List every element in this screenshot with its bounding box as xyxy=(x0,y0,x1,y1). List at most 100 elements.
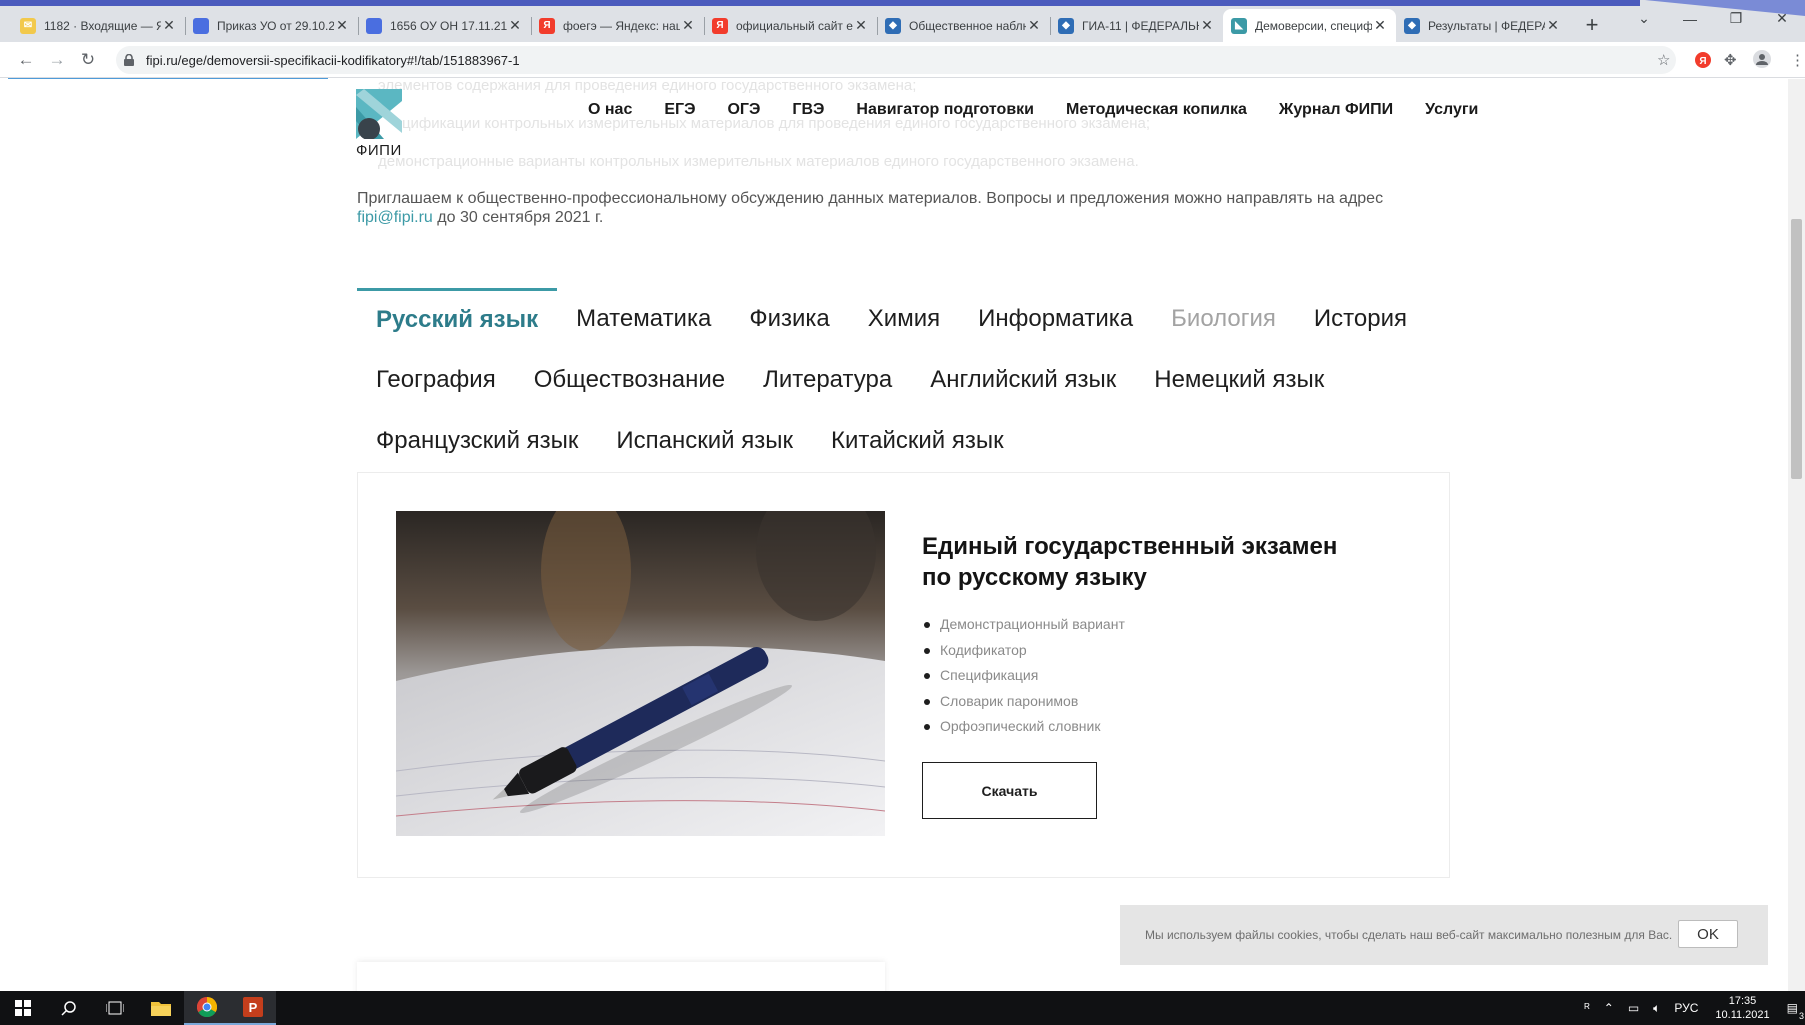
tab-title[interactable]: фоегэ — Яндекс: наш xyxy=(563,19,680,33)
tab-close-icon[interactable]: ✕ xyxy=(334,17,350,34)
subject-tab[interactable]: Химия xyxy=(849,288,959,349)
browser-tab[interactable]: ✉ 1182 · Входящие — Ян ✕ xyxy=(12,9,185,42)
main-navigation: О нас ЕГЭ ОГЭ ГВЭ Навигатор подготовки М… xyxy=(588,101,1478,119)
new-tab-button[interactable]: + xyxy=(1580,14,1604,36)
nav-item-oge[interactable]: ОГЭ xyxy=(727,101,760,119)
subject-tab[interactable]: Русский язык xyxy=(357,288,558,349)
network-icon[interactable]: ▭ xyxy=(1628,1001,1639,1015)
subject-tab[interactable]: Французский язык xyxy=(357,410,597,471)
fipi-logo[interactable] xyxy=(356,89,402,144)
yandex-extension-icon[interactable]: Я xyxy=(1695,52,1711,72)
page-scrollbar[interactable] xyxy=(1788,79,1805,991)
faded-text-line: элементов содержания для проведения един… xyxy=(378,79,917,94)
browser-toolbar: ← → ↻ fipi.ru/ege/demoversii-specifikaci… xyxy=(0,42,1805,78)
browser-tab[interactable]: Яфоегэ — Яндекс: наш ✕ xyxy=(531,9,704,42)
nav-item-gve[interactable]: ГВЭ xyxy=(792,101,824,119)
file-explorer-icon[interactable] xyxy=(138,991,184,1025)
email-link[interactable]: fipi@fipi.ru xyxy=(357,209,433,226)
subject-tab[interactable]: Английский язык xyxy=(911,349,1135,410)
people-icon[interactable]: ᴿ xyxy=(1584,1001,1589,1015)
window-accent-line xyxy=(0,0,1640,6)
bookmark-star-icon[interactable]: ☆ xyxy=(1657,51,1670,69)
chrome-taskbar-icon[interactable] xyxy=(184,991,230,1025)
discussion-invitation: Приглашаем к общественно-профессионально… xyxy=(357,189,1457,227)
tab-close-icon[interactable]: ✕ xyxy=(161,17,177,34)
tab-close-icon[interactable]: ✕ xyxy=(507,17,523,34)
tab-close-icon[interactable]: ✕ xyxy=(1026,17,1042,34)
subject-tab[interactable]: География xyxy=(357,349,515,410)
tab-title[interactable]: Приказ УО от 29.10.2 xyxy=(217,19,334,33)
reload-icon[interactable]: ↻ xyxy=(78,50,98,70)
chrome-menu-icon[interactable]: ⋮ xyxy=(1790,51,1805,69)
windows-start-icon[interactable] xyxy=(0,991,46,1025)
subject-tab[interactable]: Немецкий язык xyxy=(1135,349,1343,410)
subject-tab[interactable]: Обществознание xyxy=(515,349,744,410)
extensions-puzzle-icon[interactable]: ✥ xyxy=(1724,51,1737,69)
profile-avatar-icon[interactable] xyxy=(1753,50,1771,72)
tab-close-icon[interactable]: ✕ xyxy=(1199,17,1215,34)
subject-tab[interactable]: Испанский язык xyxy=(597,410,812,471)
document-link[interactable]: Орфоэпический словник xyxy=(922,714,1125,740)
scrollbar-thumb[interactable] xyxy=(1791,219,1802,479)
tab-close-icon[interactable]: ✕ xyxy=(1545,17,1561,34)
notifications-icon[interactable]: ▤ 3 xyxy=(1787,1001,1804,1021)
exam-title-line1: Единый государственный экзамен xyxy=(922,533,1338,560)
subject-tab[interactable]: История xyxy=(1295,288,1426,349)
tab-title[interactable]: ГИА-11 | ФЕДЕРАЛЬН xyxy=(1082,19,1199,33)
tab-title[interactable]: официальный сайт ег xyxy=(736,19,853,33)
download-button[interactable]: Скачать xyxy=(922,762,1097,819)
tab-favicon-icon: ◣ xyxy=(1231,17,1247,34)
tab-title[interactable]: Общественное наблю xyxy=(909,19,1026,33)
address-bar[interactable]: fipi.ru/ege/demoversii-specifikacii-kodi… xyxy=(116,46,1676,74)
browser-tab[interactable]: ◣ Демоверсии, специф ✕ xyxy=(1223,9,1396,42)
document-link[interactable]: Спецификация xyxy=(922,663,1125,689)
volume-icon[interactable]: 🔈︎ xyxy=(1653,1001,1660,1016)
browser-tab[interactable]: Приказ УО от 29.10.2 ✕ xyxy=(185,9,358,42)
document-link[interactable]: Демонстрационный вариант xyxy=(922,612,1125,638)
tab-title[interactable]: Демоверсии, специф xyxy=(1255,19,1372,33)
subject-tab[interactable]: Биология xyxy=(1152,288,1295,349)
tab-search-icon[interactable]: ⌄ xyxy=(1621,10,1667,27)
back-arrow-icon[interactable]: ← xyxy=(16,50,36,70)
search-icon[interactable] xyxy=(46,991,92,1025)
restore-button[interactable]: ❐ xyxy=(1713,10,1759,27)
powerpoint-taskbar-icon[interactable]: P xyxy=(230,991,276,1025)
url-text[interactable]: fipi.ru/ege/demoversii-specifikacii-kodi… xyxy=(146,53,520,68)
clock[interactable]: 17:35 10.11.2021 xyxy=(1715,994,1769,1022)
nav-item-journal[interactable]: Журнал ФИПИ xyxy=(1279,101,1393,119)
document-link[interactable]: Кодификатор xyxy=(922,638,1125,664)
svg-text:Я: Я xyxy=(1699,56,1706,67)
browser-tab[interactable]: Яофициальный сайт ег ✕ xyxy=(704,9,877,42)
subject-tab[interactable]: Математика xyxy=(557,288,730,349)
subject-tab[interactable]: Литература xyxy=(744,349,911,410)
nav-item-methodical[interactable]: Методическая копилка xyxy=(1066,101,1247,119)
nav-item-services[interactable]: Услуги xyxy=(1425,101,1478,119)
forward-arrow-icon[interactable]: → xyxy=(47,50,67,70)
minimize-button[interactable]: — xyxy=(1667,11,1713,27)
document-link[interactable]: Словарик паронимов xyxy=(922,689,1125,715)
nav-item-navigator[interactable]: Навигатор подготовки xyxy=(856,101,1034,119)
tab-title[interactable]: 1182 · Входящие — Ян xyxy=(44,19,161,33)
nav-item-about[interactable]: О нас xyxy=(588,101,632,119)
language-indicator[interactable]: РУС xyxy=(1674,1001,1698,1015)
tab-title[interactable]: 1656 ОУ ОН 17.11.21. xyxy=(390,19,507,33)
cookie-ok-button[interactable]: OK xyxy=(1678,920,1738,948)
subject-tab[interactable]: Информатика xyxy=(959,288,1152,349)
tab-title[interactable]: Результаты | ФЕДЕРАЛ xyxy=(1428,19,1545,33)
browser-tab[interactable]: ◆ Общественное наблю ✕ xyxy=(877,9,1050,42)
browser-tab[interactable]: 1656 ОУ ОН 17.11.21. ✕ xyxy=(358,9,531,42)
nav-item-ege[interactable]: ЕГЭ xyxy=(664,101,695,119)
subject-tab[interactable]: Физика xyxy=(730,288,848,349)
close-window-button[interactable]: ✕ xyxy=(1759,10,1805,27)
task-view-icon[interactable] xyxy=(92,991,138,1025)
browser-tab[interactable]: ◆ ГИА-11 | ФЕДЕРАЛЬН ✕ xyxy=(1050,9,1223,42)
tab-close-icon[interactable]: ✕ xyxy=(853,17,869,34)
cookie-text: Мы используем файлы cookies, чтобы сдела… xyxy=(1145,928,1673,942)
lock-icon[interactable] xyxy=(122,54,136,66)
browser-tab[interactable]: ◆ Результаты | ФЕДЕРАЛ ✕ xyxy=(1396,9,1569,42)
windows-taskbar: P ᴿ ⌃ ▭ 🔈︎ РУС 17:35 10.11.2021 ▤ 3 xyxy=(0,991,1805,1025)
subject-tab[interactable]: Китайский язык xyxy=(812,410,1023,471)
tab-close-icon[interactable]: ✕ xyxy=(680,17,696,34)
tray-chevron-up-icon[interactable]: ⌃ xyxy=(1604,1001,1614,1015)
tab-close-icon[interactable]: ✕ xyxy=(1372,17,1388,34)
